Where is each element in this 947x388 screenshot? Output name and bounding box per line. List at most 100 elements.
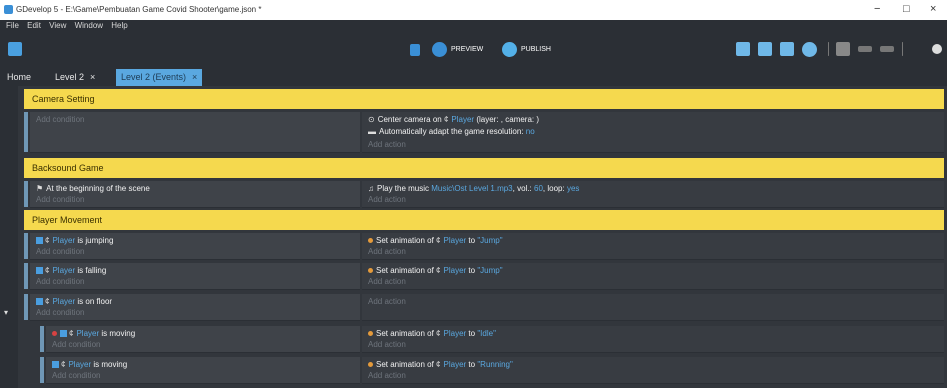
gdevelop-icon (4, 5, 13, 14)
add-action-link[interactable]: Add action (368, 140, 406, 149)
conditions-panel[interactable]: ¢ Player is falling Add condition (30, 263, 360, 290)
actions-panel[interactable]: Add action (362, 294, 944, 321)
add-action-link[interactable]: Add action (368, 371, 406, 380)
add-action-link[interactable]: Add action (368, 247, 406, 256)
condition-player-moving[interactable]: ¢ Player is moving (52, 360, 127, 369)
animation-icon (368, 331, 373, 337)
tab-home[interactable]: Home (2, 69, 36, 86)
publish-button[interactable]: PUBLISH (521, 46, 551, 53)
object-icon: ¢ (436, 266, 441, 275)
music-icon: ♫ (368, 184, 374, 193)
preview-button[interactable]: PREVIEW (451, 46, 483, 53)
conditions-panel[interactable]: ¢ Player is moving Add condition (46, 357, 360, 384)
menu-edit[interactable]: Edit (27, 21, 41, 30)
editor-tabs: Home Level 2 × Level 2 (Events) × (0, 66, 947, 86)
conditions-panel[interactable]: ⚑ At the beginning of the scene Add condi… (30, 181, 360, 208)
add-condition-link[interactable]: Add condition (52, 371, 100, 380)
add-action-link[interactable]: Add action (368, 297, 406, 306)
close-tab-icon[interactable]: × (192, 72, 197, 82)
actions-panel[interactable]: Set animation of ¢ Player to "Idle" Add a… (362, 326, 944, 353)
event-bar (24, 112, 28, 152)
maximize-button[interactable]: □ (903, 3, 910, 15)
tab-level-2[interactable]: Level 2 × (50, 69, 100, 86)
minimize-button[interactable]: − (874, 3, 880, 15)
animation-icon (368, 238, 373, 244)
add-action-link[interactable]: Add action (368, 195, 406, 204)
action-adapt-resolution[interactable]: ▬ Automatically adapt the game resolution… (368, 127, 535, 136)
menu-view[interactable]: View (49, 21, 66, 30)
add-condition-link[interactable]: Add condition (36, 247, 84, 256)
collapse-chevron-icon[interactable]: ▾ (4, 308, 8, 317)
menu-help[interactable]: Help (111, 21, 127, 30)
conditions-panel[interactable]: Add condition (30, 112, 360, 153)
actions-panel[interactable]: Set animation of ¢ Player to "Running" Ad… (362, 357, 944, 384)
redo-icon[interactable] (880, 46, 894, 52)
add-comment-icon[interactable] (780, 42, 794, 56)
object-icon: ¢ (436, 236, 441, 245)
action-set-animation[interactable]: Set animation of ¢ Player to "Running" (368, 360, 513, 369)
object-icon: ¢ (45, 297, 50, 306)
add-condition-link[interactable]: Add condition (36, 308, 84, 317)
add-action-link[interactable]: Add action (368, 277, 406, 286)
condition-scene-start[interactable]: ⚑ At the beginning of the scene (36, 184, 150, 193)
conditions-panel[interactable]: ¢ Player is on floor Add condition (30, 294, 360, 321)
group-player-movement[interactable]: Player Movement (24, 210, 944, 230)
actions-panel[interactable]: ⊙ Center camera on ¢ Player (layer: , came… (362, 112, 944, 153)
add-event-icon[interactable] (736, 42, 750, 56)
object-icon: ¢ (45, 266, 50, 275)
actions-panel[interactable]: ♫ Play the music Music\Ost Level 1.mp3, v… (362, 181, 944, 208)
object-icon: ¢ (436, 329, 441, 338)
action-set-animation[interactable]: Set animation of ¢ Player to "Idle" (368, 329, 496, 338)
add-other-icon[interactable] (802, 42, 817, 57)
preview-icon[interactable] (432, 42, 447, 57)
events-gutter (0, 86, 18, 388)
sub-event-bar (40, 357, 44, 383)
actions-panel[interactable]: Set animation of ¢ Player to "Jump" Add a… (362, 263, 944, 290)
title-bar: GDevelop 5 - E:\Game\Pembuatan Game Covi… (0, 0, 947, 20)
close-tab-icon[interactable]: × (90, 72, 95, 82)
menu-window[interactable]: Window (75, 21, 103, 30)
add-condition-link[interactable]: Add condition (36, 277, 84, 286)
menu-bar: File Edit View Window Help (0, 20, 947, 32)
camera-icon: ⊙ (368, 115, 375, 124)
menu-file[interactable]: File (6, 21, 19, 30)
group-camera-setting[interactable]: Camera Setting (24, 89, 944, 109)
player-object-icon (52, 361, 59, 369)
condition-player-on-floor[interactable]: ¢ Player is on floor (36, 297, 112, 306)
debug-icon[interactable] (410, 44, 420, 56)
condition-player-not-moving[interactable]: ¢ Player is moving (52, 329, 135, 338)
add-subevent-icon[interactable] (758, 42, 772, 56)
tab-level-2-events[interactable]: Level 2 (Events) × (116, 69, 203, 86)
object-icon: ¢ (45, 236, 50, 245)
close-window-button[interactable]: × (930, 3, 936, 15)
actions-panel[interactable]: Set animation of ¢ Player to "Jump" Add a… (362, 233, 944, 260)
object-icon: ¢ (61, 360, 66, 369)
invert-icon (52, 331, 57, 337)
action-center-camera[interactable]: ⊙ Center camera on ¢ Player (layer: , came… (368, 115, 539, 124)
add-condition-link[interactable]: Add condition (36, 195, 84, 204)
event-bar (24, 294, 28, 320)
undo-icon[interactable] (858, 46, 872, 52)
delete-icon[interactable] (836, 42, 850, 56)
conditions-panel[interactable]: ¢ Player is jumping Add condition (30, 233, 360, 260)
animation-icon (368, 362, 373, 368)
add-action-link[interactable]: Add action (368, 340, 406, 349)
project-manager-icon[interactable] (8, 42, 22, 56)
conditions-panel[interactable]: ¢ Player is moving Add condition (46, 326, 360, 353)
settings-icon[interactable] (932, 44, 942, 54)
condition-player-falling[interactable]: ¢ Player is falling (36, 266, 106, 275)
publish-icon[interactable] (502, 42, 517, 57)
action-set-animation[interactable]: Set animation of ¢ Player to "Jump" (368, 266, 503, 275)
condition-player-jumping[interactable]: ¢ Player is jumping (36, 236, 113, 245)
event-bar (24, 181, 28, 207)
event-bar (24, 263, 28, 289)
add-condition-link[interactable]: Add condition (52, 340, 100, 349)
action-play-music[interactable]: ♫ Play the music Music\Ost Level 1.mp3, v… (368, 184, 579, 193)
add-condition-link[interactable]: Add condition (36, 115, 84, 124)
object-icon: ¢ (443, 115, 449, 124)
player-object-icon (36, 267, 43, 275)
action-set-animation[interactable]: Set animation of ¢ Player to "Jump" (368, 236, 503, 245)
player-object-icon (36, 237, 43, 245)
window-title: GDevelop 5 - E:\Game\Pembuatan Game Covi… (16, 5, 262, 14)
group-backsound-game[interactable]: Backsound Game (24, 158, 944, 178)
